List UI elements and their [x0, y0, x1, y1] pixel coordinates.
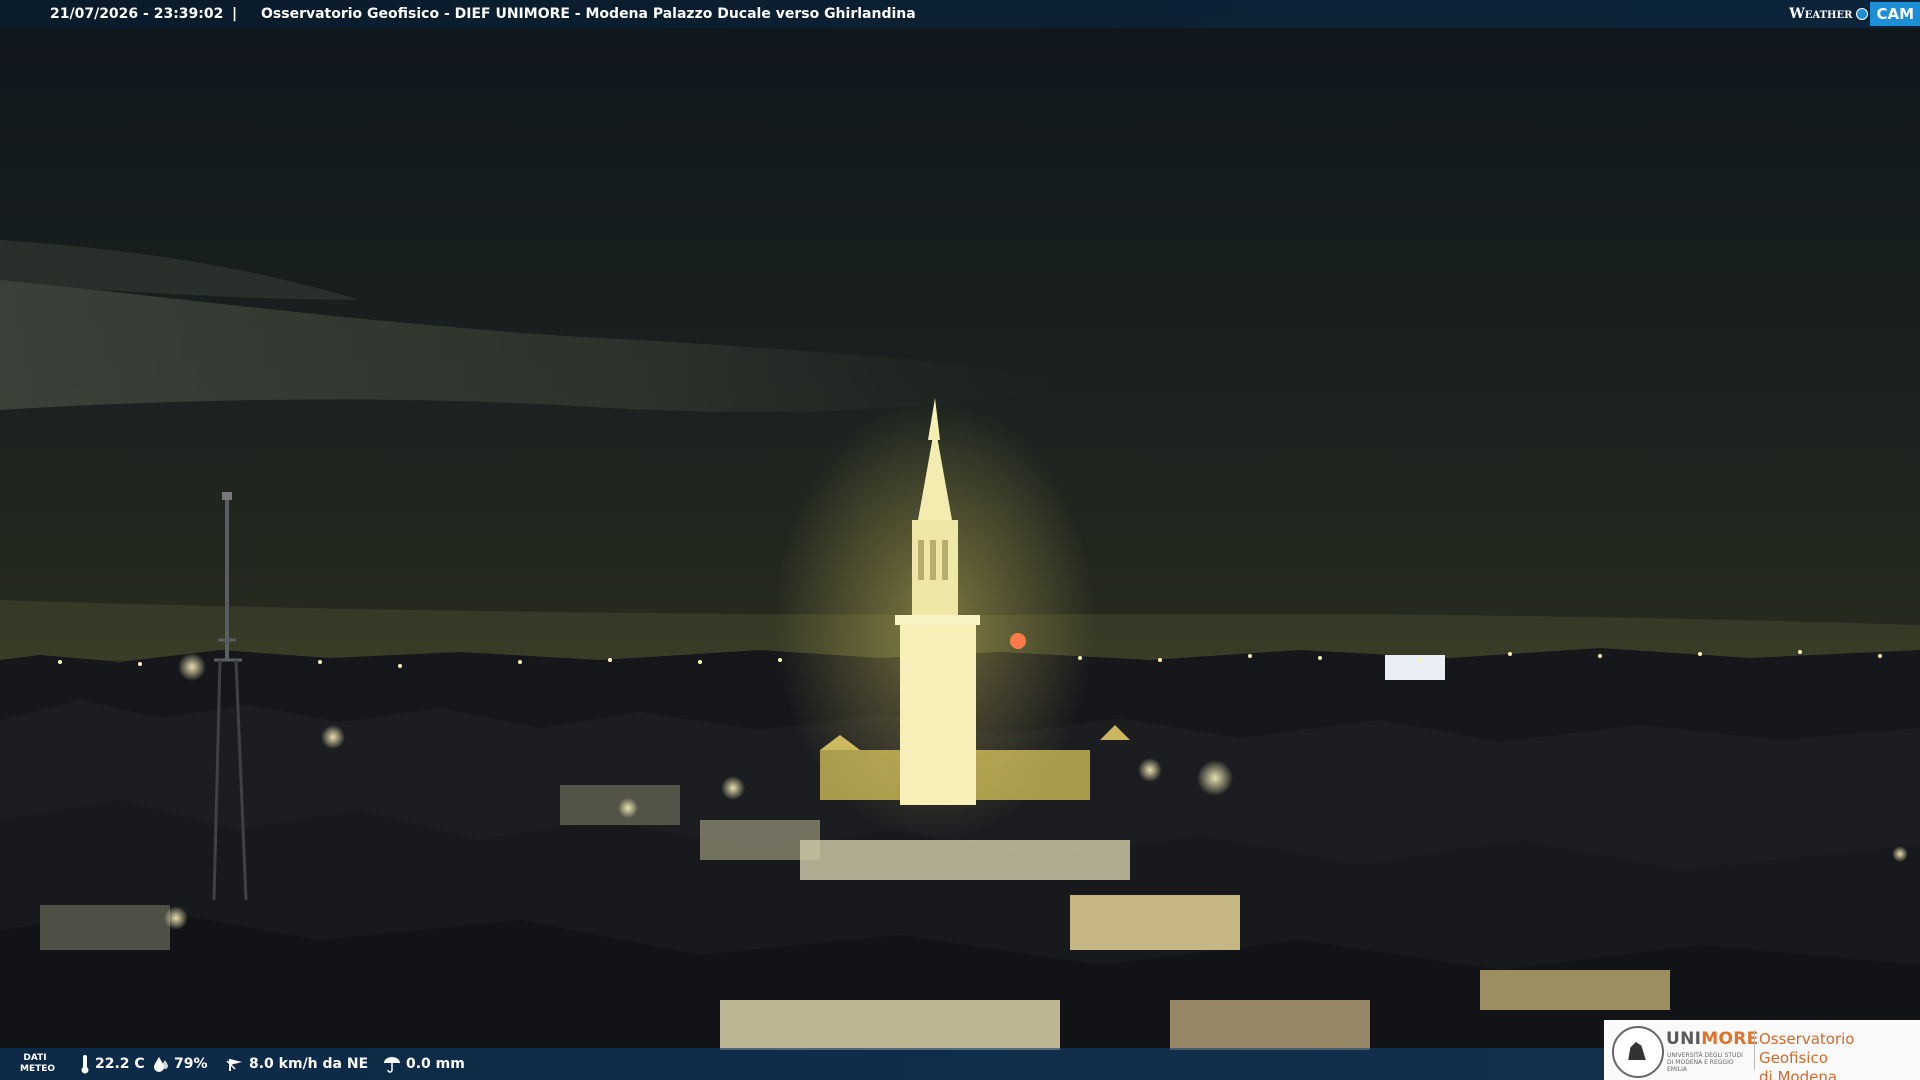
weathercam-logo-weather: Weather [1789, 6, 1853, 22]
rain-reading: 0.0 mm [383, 1048, 465, 1080]
weathercam-logo: Weather CAM [1789, 0, 1920, 28]
temperature-value: 22.2 C [95, 1056, 145, 1072]
thermometer-icon [81, 1055, 89, 1074]
humidity-drop-icon [154, 1057, 168, 1072]
observatory-line-1: Osservatorio Geofisico [1759, 1030, 1855, 1067]
camera-title: Osservatorio Geofisico - DIEF UNIMORE - … [261, 6, 916, 22]
university-subtitle: UNIVERSITÀ DEGLI STUDI DI MODENA E REGGI… [1667, 1052, 1743, 1073]
unimore-observatory-logo: UNIMORE UNIVERSITÀ DEGLI STUDI DI MODENA… [1604, 1020, 1920, 1080]
wind-icon [226, 1059, 242, 1071]
webcam-frame: 21/07/2026 - 23:39:02 | Osservatorio Geo… [0, 0, 1920, 1080]
dati-meteo-label: DATI METEO [20, 1053, 56, 1074]
wind-value: 8.0 km/h da NE [249, 1056, 369, 1072]
observatory-line-2: di Modena [1759, 1068, 1838, 1080]
unimore-more: MORE [1701, 1029, 1759, 1049]
webcam-image [0, 0, 1920, 1080]
caption-separator: | [232, 6, 238, 22]
university-seal-icon [1612, 1026, 1664, 1078]
humidity-reading: 79% [153, 1048, 208, 1080]
rain-gauge-icon [384, 1057, 400, 1073]
logo-divider [1754, 1030, 1755, 1070]
weathercam-dot-icon [1856, 8, 1869, 20]
weather-data-bar: DATI METEO 22.2 C 79% 8.0 km/h da NE 0.0… [0, 1048, 1604, 1080]
caption-bar: 21/07/2026 - 23:39:02 | Osservatorio Geo… [0, 0, 1920, 28]
observatory-name: Osservatorio Geofisico di Modena [1759, 1030, 1920, 1080]
unimore-wordmark: UNIMORE [1666, 1029, 1759, 1049]
rain-value: 0.0 mm [406, 1056, 465, 1072]
weathercam-logo-cam: CAM [1870, 2, 1920, 26]
timestamp: 21/07/2026 - 23:39:02 [50, 6, 224, 22]
unimore-uni: UNI [1666, 1029, 1702, 1049]
temperature-reading: 22.2 C [80, 1048, 145, 1080]
humidity-value: 79% [174, 1056, 208, 1072]
wind-reading: 8.0 km/h da NE [226, 1048, 368, 1080]
